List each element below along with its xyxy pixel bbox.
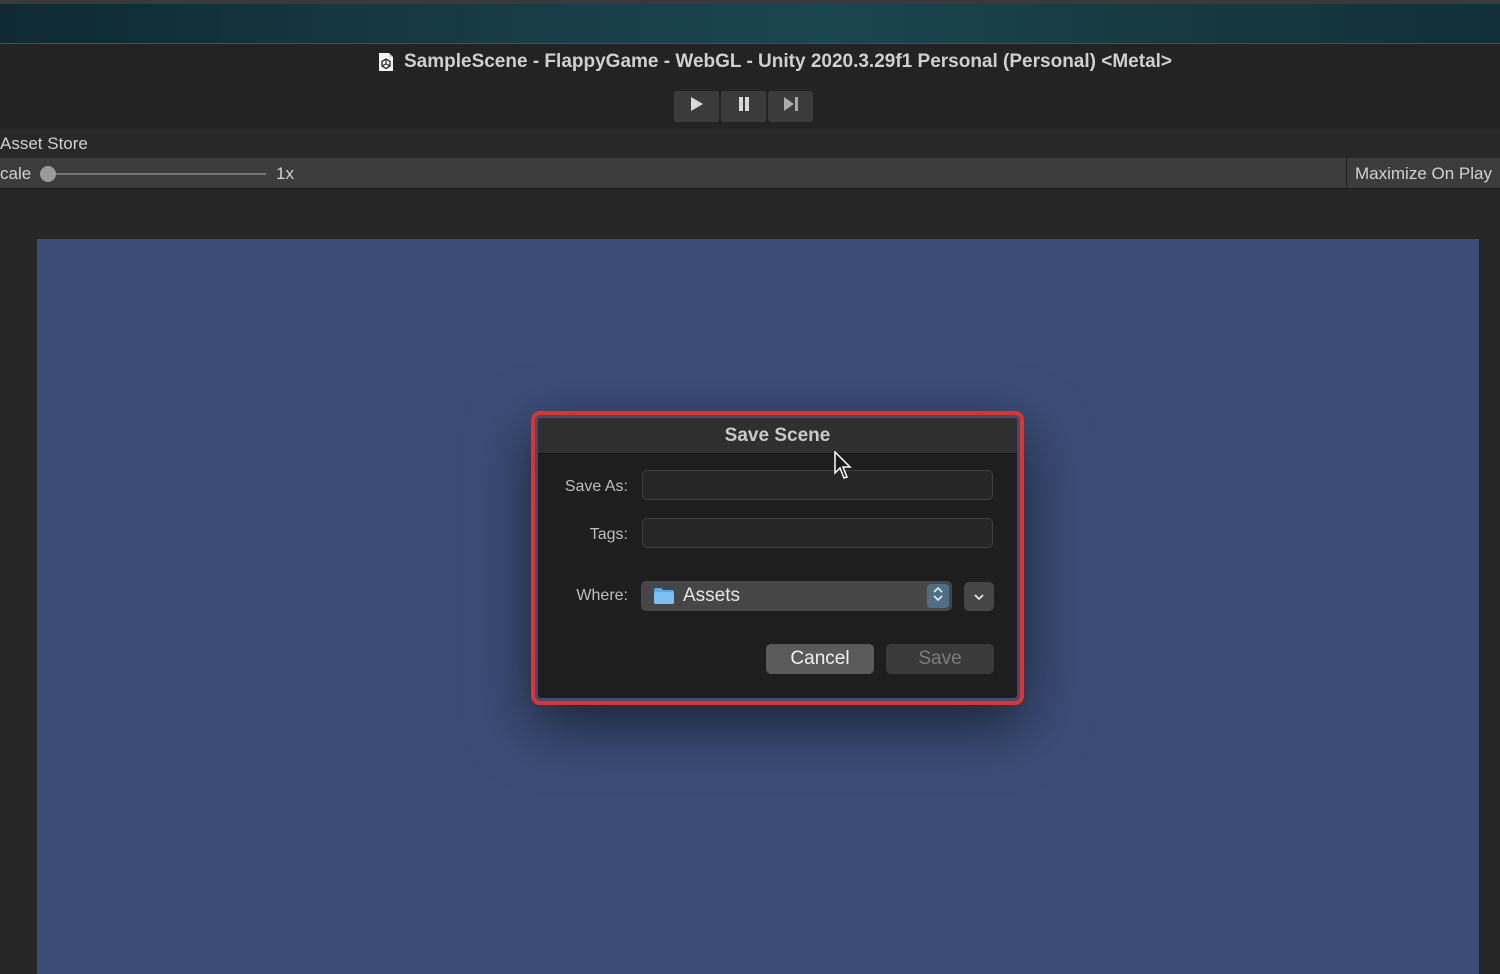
pause-icon bbox=[737, 96, 751, 117]
mouse-pointer-icon bbox=[834, 450, 854, 481]
where-label: Where: bbox=[576, 587, 628, 604]
cancel-button[interactable]: Cancel bbox=[766, 644, 874, 674]
step-icon bbox=[783, 96, 799, 117]
where-location-popup[interactable]: Assets bbox=[641, 581, 952, 611]
play-button[interactable] bbox=[674, 91, 719, 122]
up-down-chevron-icon bbox=[932, 585, 944, 608]
save-scene-dialog: Save Scene Save As: Tags: Where: Assets … bbox=[538, 418, 1017, 698]
scale-value: 1x bbox=[276, 164, 294, 183]
maximize-on-play-toggle[interactable]: Maximize On Play bbox=[1346, 158, 1500, 189]
window-title-group: SampleScene - FlappyGame - WebGL - Unity… bbox=[0, 50, 1500, 74]
desktop-background-strip bbox=[0, 0, 1500, 44]
tab-asset-store[interactable]: Asset Store bbox=[0, 134, 88, 154]
window-title: SampleScene - FlappyGame - WebGL - Unity… bbox=[403, 51, 1173, 72]
editor-tab-row: Asset Store bbox=[0, 129, 1500, 158]
tags-input[interactable] bbox=[642, 518, 993, 548]
game-view-toolbar: cale 1x Maximize On Play bbox=[0, 158, 1500, 189]
play-icon bbox=[690, 96, 704, 117]
unity-scene-document-icon bbox=[378, 52, 394, 72]
pause-button[interactable] bbox=[721, 91, 766, 122]
unity-title-bar: SampleScene - FlappyGame - WebGL - Unity… bbox=[0, 44, 1500, 129]
scale-label: cale bbox=[0, 164, 32, 183]
play-controls bbox=[674, 91, 813, 122]
folder-icon bbox=[653, 587, 675, 605]
tags-label: Tags: bbox=[589, 526, 628, 543]
location-stepper[interactable] bbox=[927, 584, 949, 608]
step-button[interactable] bbox=[768, 91, 813, 122]
scale-slider-track[interactable] bbox=[48, 173, 266, 175]
save-as-input[interactable] bbox=[642, 470, 993, 500]
expand-browser-button[interactable] bbox=[964, 582, 994, 611]
scale-slider-thumb[interactable] bbox=[40, 166, 56, 182]
chevron-down-icon bbox=[973, 588, 985, 606]
save-button[interactable]: Save bbox=[886, 644, 994, 674]
save-as-label: Save As: bbox=[564, 478, 628, 495]
dialog-title: Save Scene bbox=[724, 424, 831, 446]
where-value: Assets bbox=[683, 585, 741, 606]
dialog-header: Save Scene bbox=[538, 418, 1017, 454]
